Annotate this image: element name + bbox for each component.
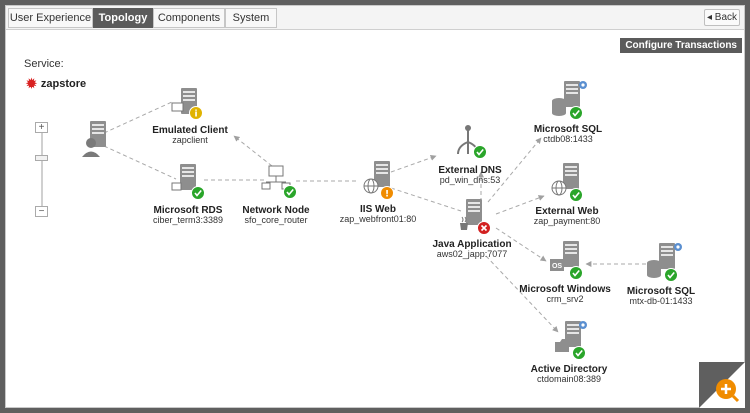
topology-panel: User Experience Topology Components Syst…: [5, 5, 745, 408]
terminal-icon: [171, 182, 182, 191]
node-external-web[interactable]: External Web zap_payment:80: [534, 163, 601, 226]
ok-status-icon: [568, 265, 584, 281]
network-icon: [268, 165, 284, 177]
gear-icon: [579, 81, 587, 89]
svg-text:i: i: [194, 110, 197, 120]
node-host: zapclient: [172, 135, 208, 145]
monitor-icon: [171, 102, 184, 112]
zoom-plus-icon: [699, 362, 745, 408]
node-active-directory[interactable]: Active Directory ctdomain08:389: [531, 321, 608, 384]
node-host: sfo_core_router: [244, 215, 307, 225]
info-status-icon: i: [189, 106, 203, 120]
gear-icon: [674, 243, 682, 251]
database-icon: [647, 260, 661, 278]
svg-text:OS: OS: [552, 263, 562, 270]
zoom-fab-corner[interactable]: [699, 362, 745, 408]
node-host: zap_webfront01:80: [340, 214, 417, 224]
node-microsoft-sql-1[interactable]: Microsoft SQL ctdb08:1433: [534, 81, 602, 144]
link-user-rds: [103, 145, 177, 180]
ok-status-icon: [282, 184, 298, 200]
node-host: ctdomain08:389: [537, 374, 601, 384]
node-microsoft-windows[interactable]: OS Microsoft Windows crm_srv2: [519, 241, 611, 304]
ok-status-icon: [568, 105, 584, 121]
ok-status-icon: [571, 345, 587, 361]
database-icon: [552, 98, 566, 116]
user-node[interactable]: [82, 121, 106, 157]
node-emulated-client[interactable]: i Emulated Client zapclient: [152, 88, 228, 145]
link-iis-dns: [390, 154, 437, 173]
node-network-node[interactable]: Network Node sfo_core_router: [242, 165, 310, 225]
node-host: zap_payment:80: [534, 216, 601, 226]
node-host: crm_srv2: [546, 294, 583, 304]
ok-status-icon: [190, 185, 206, 201]
node-host: pd_win_dns:53: [440, 175, 501, 185]
node-host: ctdb08:1433: [543, 134, 593, 144]
link-network-client: [233, 135, 273, 167]
node-host: mtx-db-01:1433: [629, 296, 692, 306]
warning-status-icon: !: [380, 186, 394, 200]
os-icon: OS: [550, 259, 564, 271]
folder-icon: [555, 339, 569, 352]
ok-status-icon: [472, 144, 488, 160]
gear-icon: [579, 321, 587, 329]
node-external-dns[interactable]: External DNS pd_win_dns:53: [438, 125, 502, 185]
topology-map: i Emulated Client zapclient Microsoft RD…: [82, 81, 695, 384]
node-host: ciber_term3:3389: [153, 215, 223, 225]
user-icon: [86, 138, 96, 148]
node-microsoft-sql-2[interactable]: Microsoft SQL mtx-db-01:1433: [627, 243, 695, 306]
error-status-icon: [477, 221, 491, 235]
ok-status-icon: [568, 187, 584, 203]
svg-text:!: !: [385, 190, 389, 200]
node-host: aws02_japp:7077: [437, 249, 508, 259]
ok-status-icon: [663, 267, 679, 283]
node-java-application[interactable]: Java Application aws02_japp:7077: [432, 199, 512, 259]
link-iis-java: [390, 187, 462, 212]
